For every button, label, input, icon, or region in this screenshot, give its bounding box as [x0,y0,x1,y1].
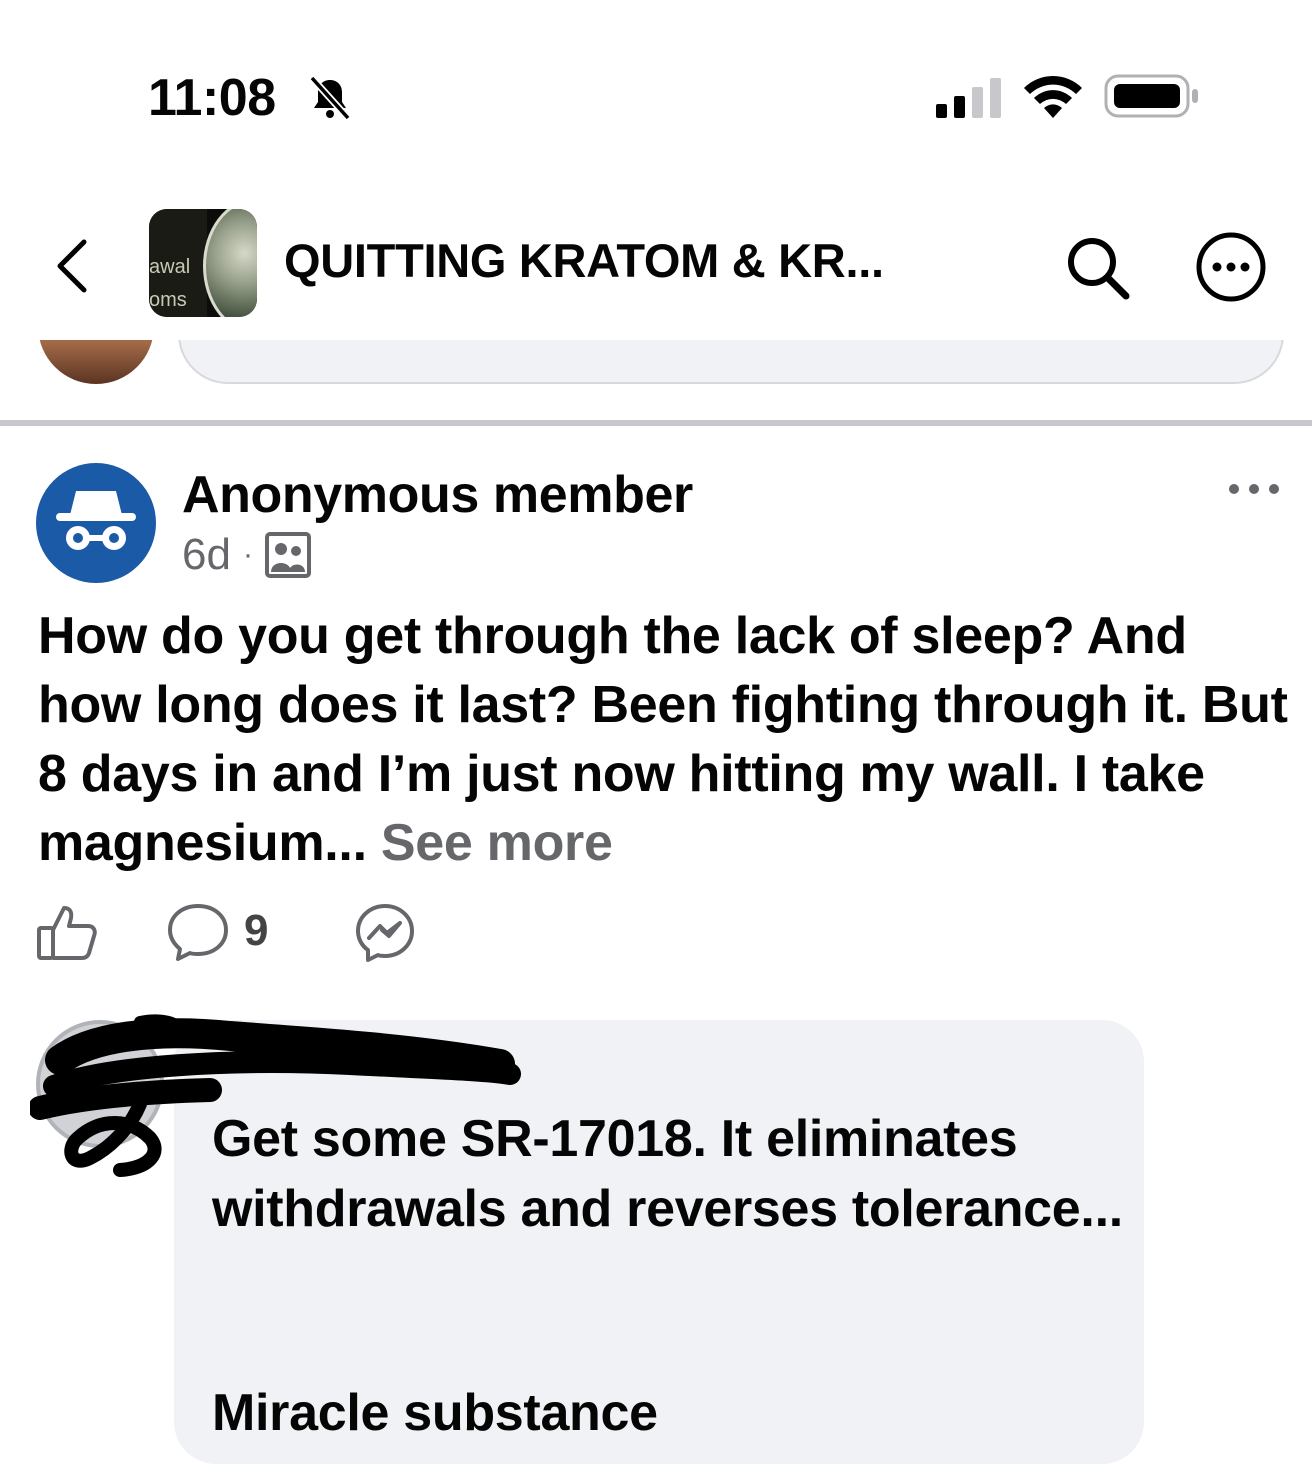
section-divider [0,420,1312,426]
status-time: 11:08 [148,69,276,127]
group-thumbnail-art [203,209,257,317]
more-horizontal-icon[interactable] [1226,478,1282,500]
see-more-link[interactable]: See more [381,814,613,872]
comment-text: Miracle substance [212,1384,658,1442]
thumbs-up-icon[interactable] [36,902,98,962]
group-thumbnail[interactable]: awal oms [149,209,257,317]
post-meta: 6d · [182,530,311,580]
group-title[interactable]: QUITTING KRATOM & KR... [284,232,884,290]
comment-text: Get some SR-17018. It eliminates withdra… [212,1110,1123,1238]
messenger-icon[interactable] [354,902,416,964]
group-thumbnail-text: awal [149,256,191,278]
more-circle-icon[interactable] [1194,230,1268,304]
comment-icon[interactable] [166,902,230,962]
post-author[interactable]: Anonymous member [182,464,693,526]
anonymous-avatar-icon [36,463,156,583]
post-time[interactable]: 6d [182,530,231,580]
group-thumbnail-text: oms [149,289,187,311]
bell-slash-icon [309,75,351,121]
meta-separator: · [242,538,253,571]
search-icon[interactable] [1062,232,1134,304]
post-body: How do you get through the lack of sleep… [38,602,1288,878]
group-members-icon [264,532,311,578]
chevron-left-icon[interactable] [52,236,92,296]
battery-icon [1104,74,1198,118]
comment-count[interactable]: 9 [244,904,268,958]
post-text: How do you get through the lack of sleep… [38,607,1288,872]
cellular-signal-icon [936,78,1001,118]
wifi-icon [1024,75,1082,118]
